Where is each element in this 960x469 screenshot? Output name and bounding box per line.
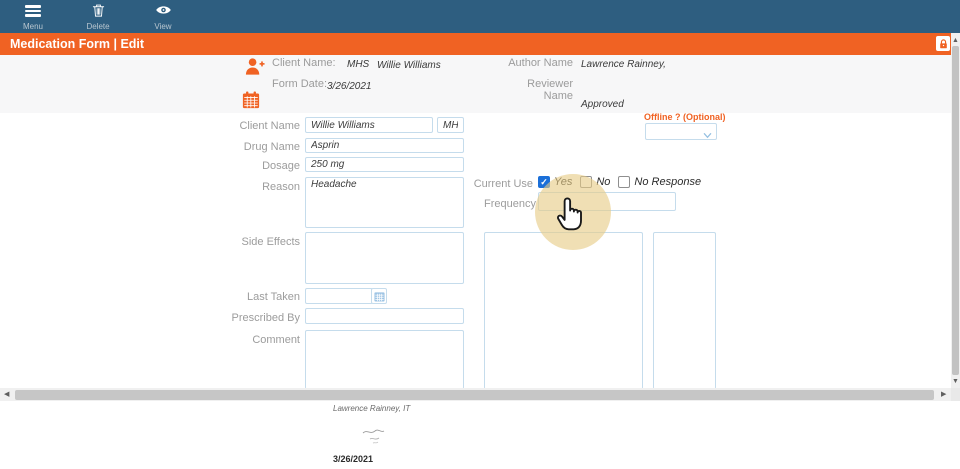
last-taken-label: Last Taken [170, 291, 300, 303]
horizontal-scrollbar-thumb[interactable] [15, 390, 934, 400]
reason-label: Reason [170, 181, 300, 193]
view-button[interactable]: View [141, 3, 185, 31]
offline-select-value [646, 129, 650, 140]
client-name-input[interactable] [305, 117, 433, 133]
person-add-icon [244, 56, 265, 82]
prescribed-by-input[interactable] [305, 308, 464, 324]
signature-date: 3/26/2021 [333, 454, 373, 464]
mini-calendar-icon [374, 291, 385, 302]
current-use-no-checkbox[interactable] [580, 176, 592, 188]
header-client-name-label: Client Name: [272, 57, 336, 69]
vertical-scrollbar-thumb[interactable] [952, 46, 959, 375]
scroll-down-arrow-icon[interactable]: ▼ [952, 378, 959, 385]
page-title: Medication Form | Edit [10, 37, 144, 51]
calendar-icon [242, 91, 260, 114]
scrollbar-corner [951, 388, 960, 401]
dosage-label: Dosage [170, 160, 300, 172]
header-client-name: Willie Williams [377, 60, 441, 71]
side-effects-label: Side Effects [170, 236, 300, 248]
side-effects-textarea[interactable] [305, 232, 464, 284]
current-use-yes-checkbox[interactable] [538, 176, 550, 188]
offline-select[interactable] [645, 123, 717, 140]
menu-button[interactable]: Menu [11, 3, 55, 31]
date-picker-button[interactable] [371, 288, 387, 304]
header-author-name: Lawrence Rainney, [581, 59, 666, 70]
notes-box-small[interactable] [653, 232, 716, 389]
current-use-no-response-checkbox[interactable] [618, 176, 630, 188]
dosage-input[interactable] [305, 157, 464, 172]
client-code-input[interactable] [437, 117, 464, 133]
signature-name: Lawrence Rainney, IT [333, 404, 410, 413]
header-form-date-label: Form Date: [272, 78, 327, 90]
current-use-yes-label: Yes [554, 176, 572, 188]
comment-label: Comment [170, 334, 300, 346]
notes-box-large[interactable] [484, 232, 643, 389]
last-taken-input[interactable] [305, 288, 373, 304]
vertical-scrollbar[interactable]: ▲ ▼ [951, 33, 960, 388]
current-use-no-label: No [596, 176, 610, 188]
current-use-label: Current Use [403, 178, 533, 190]
form-header: Client Name: MHS Willie Williams Author … [0, 55, 951, 113]
scroll-up-arrow-icon[interactable]: ▲ [952, 37, 959, 44]
menu-icon [25, 5, 41, 17]
scroll-right-arrow-icon[interactable]: ▶ [941, 391, 946, 398]
header-client-code: MHS [347, 59, 369, 70]
lock-icon [936, 36, 950, 51]
trash-icon [91, 3, 106, 23]
scroll-left-arrow-icon[interactable]: ◀ [4, 391, 9, 398]
chevron-down-icon [703, 127, 712, 145]
offline-label: Offline ? (Optional) [644, 112, 726, 122]
comment-textarea[interactable] [305, 330, 464, 389]
drug-name-input[interactable] [305, 138, 464, 153]
delete-label: Delete [86, 23, 109, 31]
prescribed-by-label: Prescribed By [170, 312, 300, 324]
signature-scribble [360, 426, 394, 451]
header-reviewer-name-label: Reviewer Name [500, 78, 573, 102]
horizontal-scrollbar[interactable]: ◀ ▶ [0, 388, 951, 401]
delete-button[interactable]: Delete [76, 3, 120, 31]
title-bar: Medication Form | Edit [0, 33, 951, 55]
menu-label: Menu [23, 23, 43, 31]
toolbar: Menu Delete View [0, 0, 960, 33]
drug-name-label: Drug Name [170, 141, 300, 153]
frequency-input[interactable] [538, 192, 676, 211]
client-name-label: Client Name [170, 120, 300, 132]
header-author-name-label: Author Name [500, 57, 573, 69]
current-use-options: Yes No No Response [538, 175, 709, 188]
frequency-label: Frequency [406, 198, 536, 210]
current-use-no-response-label: No Response [634, 176, 701, 188]
signature-footer: Lawrence Rainney, IT 3/26/2021 [0, 401, 960, 469]
medication-form-screen: Menu Delete View Medication Form | Edit … [0, 0, 960, 469]
view-label: View [154, 23, 171, 31]
header-form-date: 3/26/2021 [327, 81, 372, 92]
eye-icon [155, 3, 172, 22]
header-approval-status: Approved [581, 99, 624, 110]
